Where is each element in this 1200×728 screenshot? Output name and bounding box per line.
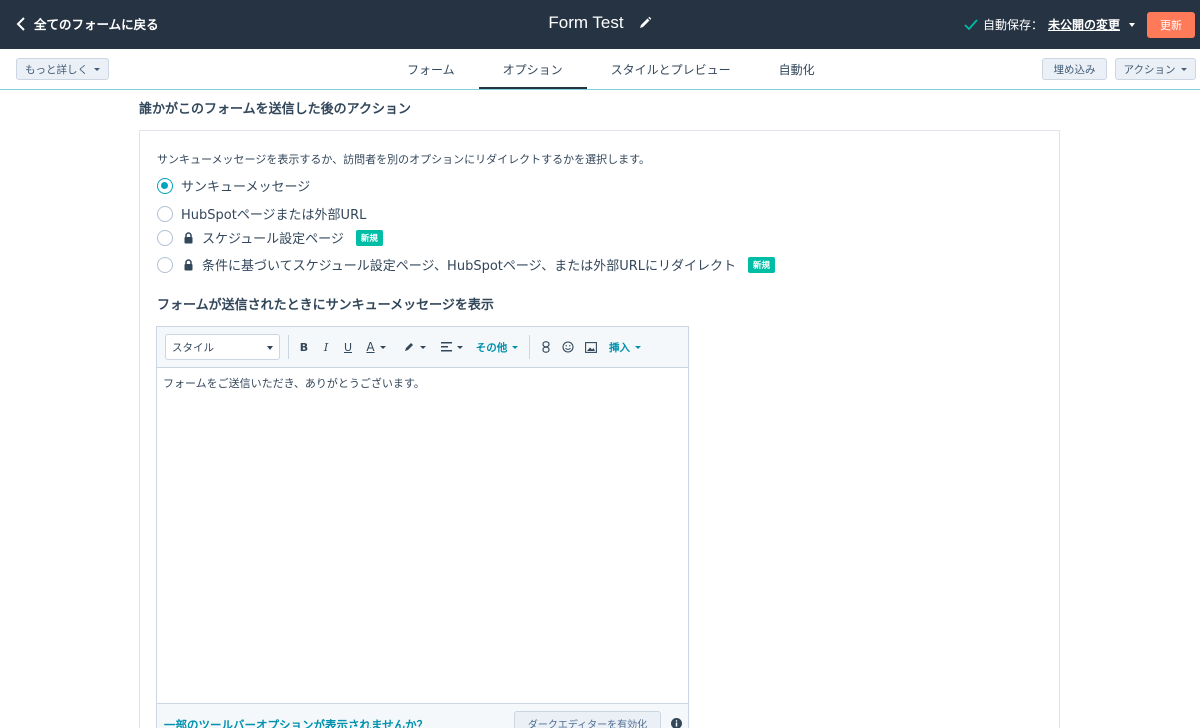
more-details-button[interactable]: もっと詳しく bbox=[16, 58, 109, 80]
chevron-down-icon[interactable] bbox=[1129, 22, 1136, 27]
toolbar-divider bbox=[288, 335, 289, 359]
align-left-icon bbox=[441, 342, 452, 352]
chevron-down-icon bbox=[635, 345, 641, 349]
more-options-label: その他 bbox=[475, 341, 508, 354]
chevron-left-icon bbox=[16, 16, 25, 31]
tab-label: オプション bbox=[502, 63, 563, 77]
highlighter-icon bbox=[404, 343, 413, 351]
embed-label: 埋め込み bbox=[1053, 63, 1096, 76]
tab-label: スタイルとプレビュー bbox=[610, 63, 731, 77]
chevron-down-icon bbox=[267, 346, 273, 350]
info-icon[interactable] bbox=[671, 718, 682, 728]
tab-automation[interactable]: 自動化 bbox=[755, 49, 839, 90]
new-badge: 新規 bbox=[355, 229, 383, 246]
option-label: スケジュール設定ページ bbox=[202, 232, 344, 247]
radio-button[interactable] bbox=[157, 256, 173, 273]
insert-button[interactable]: 挿入 bbox=[607, 339, 643, 355]
link-icon bbox=[542, 341, 550, 353]
top-header: 全てのフォームに戻る Form Test 自動保存： 未公開の変更 更新 bbox=[0, 0, 1200, 49]
option-scheduling-page[interactable]: スケジュール設定ページ 新規 bbox=[157, 228, 383, 247]
rich-text-editor: スタイル B I U A その他 挿入 フォームをご送信いただき、ありがとうござ… bbox=[156, 326, 689, 728]
description-text: サンキューメッセージを表示するか、訪問者を別のオプションにリダイレクトするかを選… bbox=[157, 153, 651, 166]
emoji-button[interactable] bbox=[561, 339, 575, 355]
divider bbox=[0, 89, 1200, 90]
actions-button[interactable]: アクション bbox=[1115, 58, 1196, 80]
autosave-label: 自動保存： bbox=[983, 18, 1044, 32]
tab-bar: フォーム オプション スタイルとプレビュー 自動化 bbox=[383, 49, 839, 90]
new-badge: 新規 bbox=[748, 256, 776, 273]
option-hubspot-page-url[interactable]: HubSpotページまたは外部URL bbox=[157, 204, 366, 223]
font-color-icon: A bbox=[366, 340, 375, 354]
autosave-status: 自動保存： 未公開の変更 bbox=[964, 16, 1136, 33]
link-button[interactable] bbox=[540, 339, 552, 355]
image-button[interactable] bbox=[584, 339, 598, 355]
tab-form[interactable]: フォーム bbox=[383, 49, 479, 90]
radio-button[interactable] bbox=[157, 205, 173, 222]
chevron-down-icon bbox=[1181, 67, 1188, 71]
editor-footer: 一部のツールバーオプションが表示されませんか？ ダークエディターを有効化 bbox=[157, 703, 688, 728]
toolbar-help-link[interactable]: 一部のツールバーオプションが表示されませんか？ bbox=[164, 717, 428, 728]
update-button[interactable]: 更新 bbox=[1147, 12, 1195, 38]
bold-button[interactable]: B bbox=[298, 339, 310, 355]
chevron-down-icon bbox=[379, 345, 386, 349]
tab-options[interactable]: オプション bbox=[478, 49, 587, 90]
style-select[interactable]: スタイル bbox=[165, 334, 280, 360]
option-label: サンキューメッセージ bbox=[181, 180, 311, 195]
highlight-button[interactable] bbox=[400, 339, 428, 355]
back-label: 全てのフォームに戻る bbox=[34, 17, 159, 32]
chevron-down-icon bbox=[419, 345, 426, 349]
enable-dark-editor-button[interactable]: ダークエディターを有効化 bbox=[514, 711, 661, 728]
option-thankyou-message[interactable]: サンキューメッセージ bbox=[157, 176, 310, 195]
more-options-button[interactable]: その他 bbox=[473, 339, 521, 355]
tab-label: 自動化 bbox=[778, 63, 815, 77]
align-button[interactable] bbox=[440, 339, 464, 355]
check-icon bbox=[964, 18, 978, 30]
option-conditional-redirect[interactable]: 条件に基づいてスケジュール設定ページ、HubSpotページ、または外部URLにリ… bbox=[157, 255, 776, 274]
chevron-down-icon bbox=[94, 67, 100, 71]
editor-content[interactable]: フォームをご送信いただき、ありがとうございます。 bbox=[163, 375, 425, 391]
option-label: 条件に基づいてスケジュール設定ページ、HubSpotページ、または外部URLにリ… bbox=[202, 259, 737, 274]
tab-label: フォーム bbox=[407, 63, 455, 77]
toolbar-divider bbox=[529, 335, 530, 359]
insert-label: 挿入 bbox=[609, 341, 630, 354]
unpublished-changes-link[interactable]: 未公開の変更 bbox=[1048, 16, 1120, 33]
image-icon bbox=[585, 341, 597, 353]
chevron-down-icon bbox=[512, 345, 519, 349]
lock-icon bbox=[184, 258, 193, 270]
more-details-label: もっと詳しく bbox=[25, 63, 88, 76]
form-title[interactable]: Form Test bbox=[548, 13, 623, 33]
chevron-down-icon bbox=[457, 345, 463, 349]
embed-button[interactable]: 埋め込み bbox=[1042, 58, 1107, 80]
editor-toolbar: スタイル B I U A その他 挿入 bbox=[157, 327, 688, 368]
pencil-icon[interactable] bbox=[638, 16, 652, 30]
radio-button[interactable] bbox=[157, 229, 173, 246]
lock-icon bbox=[184, 231, 193, 243]
underline-button[interactable]: U bbox=[342, 339, 354, 355]
tab-style-preview[interactable]: スタイルとプレビュー bbox=[587, 49, 755, 90]
option-label: HubSpotページまたは外部URL bbox=[181, 208, 367, 223]
smiley-icon bbox=[562, 341, 574, 353]
section-title: 誰かがこのフォームを送信した後のアクション bbox=[139, 102, 411, 117]
radio-button[interactable] bbox=[157, 177, 173, 194]
font-color-button[interactable]: A bbox=[363, 339, 389, 355]
actions-label: アクション bbox=[1123, 63, 1176, 76]
style-select-value: スタイル bbox=[172, 341, 214, 354]
back-to-forms-link[interactable]: 全てのフォームに戻る bbox=[16, 14, 159, 33]
italic-button[interactable]: I bbox=[320, 339, 332, 355]
thankyou-section-title: フォームが送信されたときにサンキューメッセージを表示 bbox=[157, 298, 494, 313]
